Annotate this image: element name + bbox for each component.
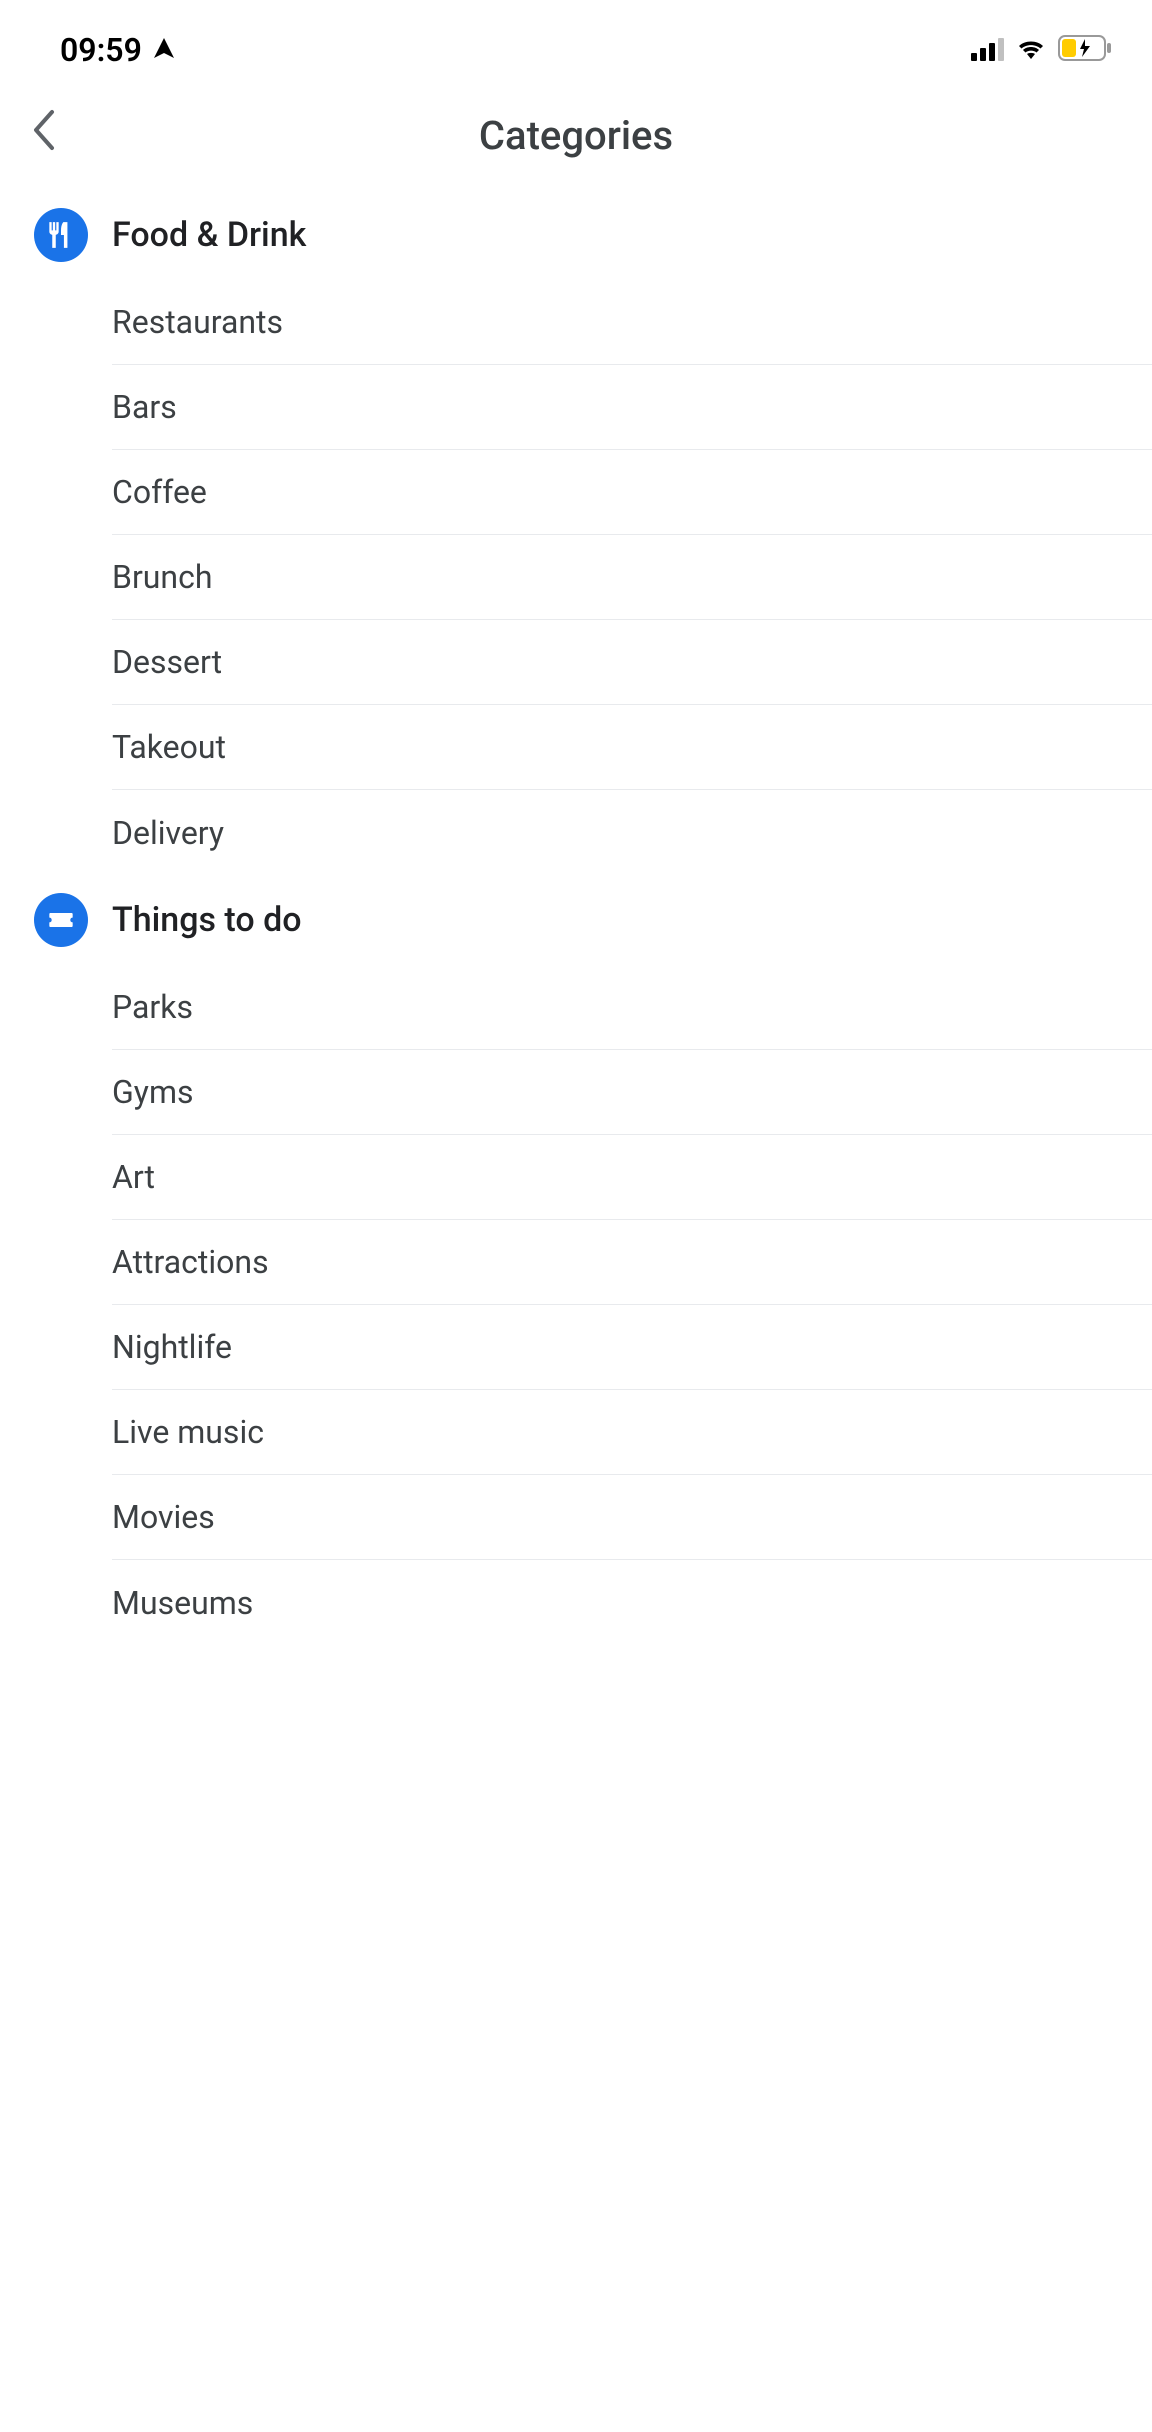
status-time: 09:59: [60, 31, 142, 69]
category-item-art[interactable]: Art: [112, 1135, 1152, 1220]
category-item-bars[interactable]: Bars: [112, 365, 1152, 450]
page-title: Categories: [30, 112, 1122, 159]
list-item-label: Gyms: [112, 1073, 194, 1111]
category-item-gyms[interactable]: Gyms: [112, 1050, 1152, 1135]
list-item-label: Restaurants: [112, 303, 283, 341]
category-item-dessert[interactable]: Dessert: [112, 620, 1152, 705]
category-item-delivery[interactable]: Delivery: [112, 790, 1152, 875]
section-title: Food & Drink: [112, 215, 306, 255]
list-item-label: Live music: [112, 1413, 264, 1451]
battery-charging-icon: [1058, 35, 1112, 65]
list-item-label: Brunch: [112, 558, 212, 596]
status-left: 09:59: [60, 31, 176, 69]
category-item-museums[interactable]: Museums: [112, 1560, 1152, 1645]
category-item-nightlife[interactable]: Nightlife: [112, 1305, 1152, 1390]
list-item-label: Dessert: [112, 643, 222, 681]
list-item-label: Takeout: [112, 728, 226, 766]
category-item-restaurants[interactable]: Restaurants: [112, 280, 1152, 365]
cellular-signal-icon: [971, 39, 1004, 61]
category-item-coffee[interactable]: Coffee: [112, 450, 1152, 535]
category-item-takeout[interactable]: Takeout: [112, 705, 1152, 790]
back-button[interactable]: [30, 108, 58, 162]
categories-list: Food & Drink Restaurants Bars Coffee Bru…: [0, 180, 1152, 1655]
list-item-label: Museums: [112, 1584, 253, 1622]
status-right: [971, 35, 1112, 65]
list-item-label: Movies: [112, 1498, 215, 1536]
location-icon: [152, 36, 176, 64]
list-item-label: Nightlife: [112, 1328, 232, 1366]
status-bar: 09:59: [0, 0, 1152, 90]
category-item-movies[interactable]: Movies: [112, 1475, 1152, 1560]
wifi-icon: [1016, 37, 1046, 63]
list-item-label: Bars: [112, 388, 177, 426]
list-item-label: Coffee: [112, 473, 207, 511]
section-header-food-drink[interactable]: Food & Drink: [0, 190, 1152, 280]
utensils-icon: [34, 208, 88, 262]
list-item-label: Parks: [112, 988, 193, 1026]
category-item-attractions[interactable]: Attractions: [112, 1220, 1152, 1305]
category-item-parks[interactable]: Parks: [112, 965, 1152, 1050]
list-item-label: Art: [112, 1158, 155, 1196]
category-item-live-music[interactable]: Live music: [112, 1390, 1152, 1475]
section-header-things-to-do[interactable]: Things to do: [0, 875, 1152, 965]
header: Categories: [0, 90, 1152, 180]
list-item-label: Attractions: [112, 1243, 269, 1281]
section-title: Things to do: [112, 900, 302, 940]
list-item-label: Delivery: [112, 814, 224, 852]
ticket-icon: [34, 893, 88, 947]
category-item-brunch[interactable]: Brunch: [112, 535, 1152, 620]
